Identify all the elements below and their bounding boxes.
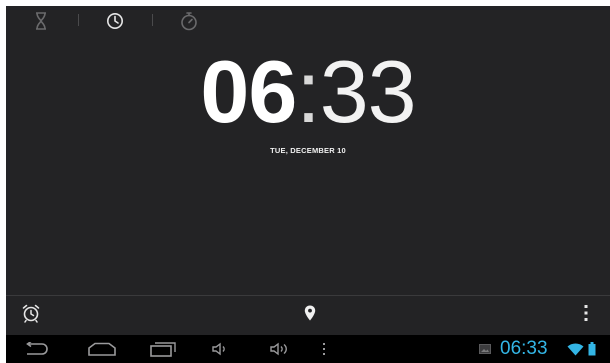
recent-apps-button[interactable] — [148, 339, 178, 359]
wifi-status — [566, 339, 584, 359]
deskclock-screen: 06:33 TUE, DECEMBER 10 06:33 — [6, 6, 610, 363]
digital-clock: 06:33 — [6, 42, 610, 142]
clock-separator: : — [296, 42, 320, 141]
stopwatch-icon — [181, 12, 197, 31]
battery-status — [586, 339, 598, 359]
overflow-menu-icon — [584, 305, 588, 321]
timer-tab[interactable] — [30, 10, 52, 32]
cities-button[interactable] — [300, 302, 320, 324]
alarm-button[interactable] — [20, 302, 42, 324]
action-bar-divider — [6, 295, 610, 296]
location-pin-icon — [304, 305, 316, 321]
wifi-icon — [567, 343, 583, 355]
volume-up-icon — [270, 342, 287, 356]
hourglass-icon — [36, 12, 46, 30]
clock-tab[interactable] — [104, 10, 126, 32]
volume-up-button[interactable] — [268, 339, 292, 359]
home-icon — [88, 342, 116, 356]
clock-hours: 06 — [200, 42, 297, 141]
status-bar-time[interactable]: 06:33 — [500, 335, 548, 363]
volume-down-icon — [212, 342, 225, 356]
recent-apps-icon — [150, 342, 176, 357]
clock-minutes: 33 — [319, 42, 417, 141]
clock-icon — [107, 13, 123, 29]
stopwatch-tab[interactable] — [178, 10, 200, 32]
overflow-menu-button[interactable] — [578, 302, 594, 324]
menu-dots-icon — [323, 343, 325, 355]
tab-separator — [78, 14, 79, 26]
tab-separator — [152, 14, 153, 26]
back-icon — [26, 342, 48, 355]
menu-button[interactable] — [318, 339, 330, 359]
gallery-notification-icon — [479, 344, 491, 354]
home-button[interactable] — [86, 339, 118, 359]
battery-icon — [588, 342, 596, 356]
alarm-icon — [22, 304, 40, 323]
back-button[interactable] — [22, 339, 50, 359]
date-label: TUE, DECEMBER 10 — [270, 146, 346, 155]
system-navigation-bar: 06:33 — [6, 335, 610, 363]
volume-down-button[interactable] — [210, 339, 230, 359]
gallery-notification[interactable] — [478, 339, 492, 359]
